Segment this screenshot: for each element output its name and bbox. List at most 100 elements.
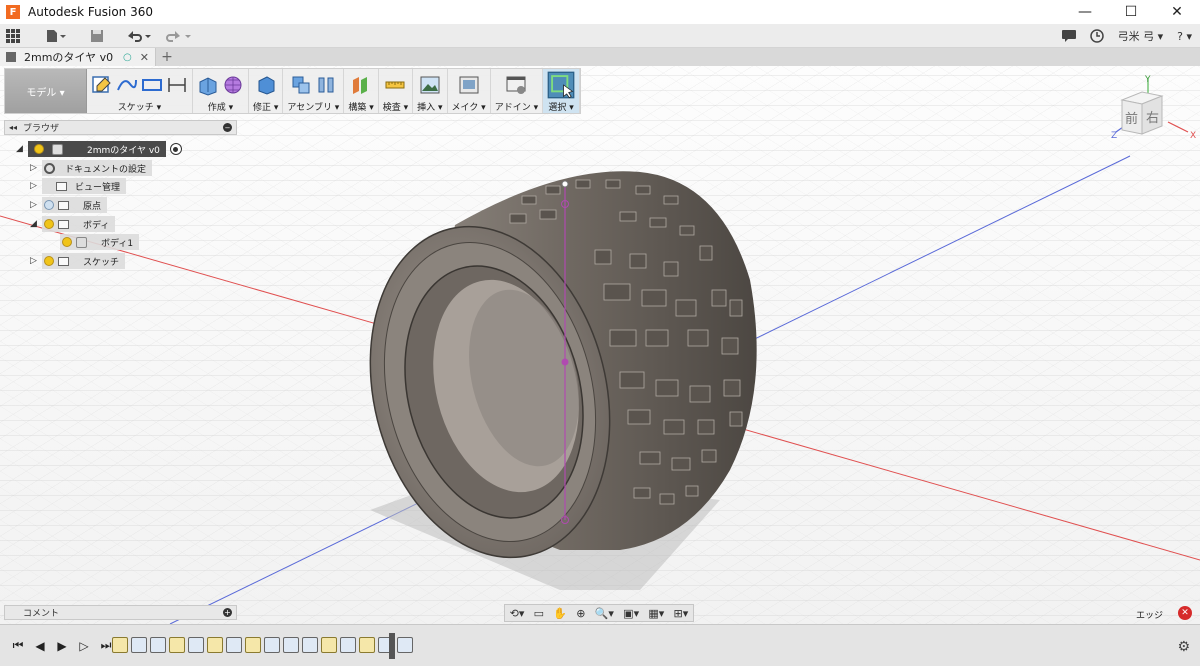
redo-icon[interactable]	[160, 25, 198, 47]
timeline-move-icon[interactable]	[302, 637, 318, 653]
tree-item-body[interactable]: ドキュメントの設定	[42, 160, 153, 176]
form-icon[interactable]	[222, 74, 244, 96]
fit-zoom-icon[interactable]: 🔍▾	[595, 607, 614, 620]
sketch-group[interactable]: スケッチ ▾	[87, 69, 193, 113]
select-icon[interactable]	[547, 71, 575, 99]
tree-item-body[interactable]: 原点	[42, 197, 108, 213]
timeline-marker[interactable]	[389, 633, 395, 659]
offset-plane-icon[interactable]	[350, 74, 372, 96]
timeline-extrude-icon[interactable]	[150, 637, 166, 653]
expand-right-icon[interactable]: ▷	[30, 256, 42, 266]
timeline-sketch-icon[interactable]	[207, 637, 223, 653]
timeline-sketch-icon[interactable]	[169, 637, 185, 653]
assemble-group[interactable]: アセンブリ ▾	[283, 69, 345, 113]
visibility-bulb-icon[interactable]	[44, 219, 54, 229]
rectangle-icon[interactable]	[141, 74, 163, 96]
browser-minimize-icon[interactable]: −	[223, 123, 232, 132]
step-forward-icon[interactable]: ▷	[74, 636, 94, 656]
user-account-menu[interactable]: 弓米 弓 ▾	[1118, 28, 1164, 44]
step-back-icon[interactable]: ◀	[30, 636, 50, 656]
timeline-pattern-icon[interactable]	[340, 637, 356, 653]
expand-down-icon[interactable]: ◢	[16, 144, 28, 154]
modify-group[interactable]: 修正 ▾	[249, 69, 284, 113]
zoom-icon[interactable]: ⊕	[576, 607, 585, 620]
grid-settings-icon[interactable]: ▦▾	[648, 607, 664, 620]
tree-root[interactable]: ◢ 2mmのタイヤ v0	[16, 141, 182, 157]
timeline-extrude-icon[interactable]	[264, 637, 280, 653]
tree-item-body[interactable]: スケッチ	[42, 253, 126, 269]
press-pull-icon[interactable]	[255, 74, 277, 96]
document-tab[interactable]: 2mmのタイヤ v0 ○ ✕	[0, 48, 156, 66]
3d-print-icon[interactable]	[458, 74, 480, 96]
insert-image-icon[interactable]	[419, 74, 441, 96]
tree-item-origin[interactable]: ▷ 原点	[30, 197, 108, 213]
play-icon[interactable]: ▶	[52, 636, 72, 656]
pan-icon[interactable]: ✋	[553, 607, 567, 620]
close-tab-button[interactable]: ✕	[140, 51, 149, 64]
measure-icon[interactable]	[384, 74, 406, 96]
data-panel-grid-icon[interactable]	[0, 25, 26, 47]
browser-header[interactable]: ◂◂ ブラウザ −	[4, 120, 237, 135]
timeline-move-icon[interactable]	[283, 637, 299, 653]
spline-icon[interactable]	[116, 74, 138, 96]
joint-icon[interactable]	[315, 74, 337, 96]
visibility-bulb-icon[interactable]	[44, 200, 54, 210]
new-component-icon[interactable]	[290, 74, 312, 96]
comments-panel[interactable]: コメント +	[4, 605, 237, 620]
save-icon[interactable]	[84, 25, 110, 47]
tree-item-body[interactable]: ビュー管理	[42, 178, 127, 194]
timeline-extrude-icon[interactable]	[226, 637, 242, 653]
select-group[interactable]: 選択 ▾	[543, 69, 581, 113]
timeline-sketch-icon[interactable]	[359, 637, 375, 653]
create-group[interactable]: 作成 ▾	[193, 69, 249, 113]
new-tab-button[interactable]: +	[156, 48, 178, 66]
timeline-pattern-icon[interactable]	[397, 637, 413, 653]
activate-component-radio[interactable]	[169, 143, 182, 155]
expand-right-icon[interactable]: ▷	[30, 181, 42, 191]
undo-icon[interactable]	[120, 25, 158, 47]
error-notification-icon[interactable]: ✕	[1178, 606, 1192, 620]
tree-item-bodies[interactable]: ◢ ボディ	[30, 216, 116, 232]
expand-right-icon[interactable]: ▷	[30, 163, 42, 173]
visibility-bulb-icon[interactable]	[62, 237, 72, 247]
view-cube[interactable]: Y Z X 前 右	[1108, 72, 1200, 152]
help-menu[interactable]: ? ▾	[1177, 30, 1192, 43]
comment-icon[interactable]	[1061, 30, 1076, 42]
addins-group[interactable]: アドイン ▾	[491, 69, 544, 113]
tree-item-sketches[interactable]: ▷ スケッチ	[30, 253, 126, 269]
timeline-sketch-icon[interactable]	[112, 637, 128, 653]
look-at-icon[interactable]: ▭	[534, 607, 544, 620]
visibility-bulb-icon[interactable]	[34, 144, 44, 154]
display-settings-icon[interactable]: ▣▾	[623, 607, 639, 620]
minimize-button[interactable]: —	[1062, 0, 1108, 24]
visibility-bulb-icon[interactable]	[44, 256, 54, 266]
collapse-arrows-icon[interactable]: ◂◂	[9, 123, 17, 132]
dimension-icon[interactable]	[166, 74, 188, 96]
scripts-addins-icon[interactable]	[505, 74, 527, 96]
tree-item-body[interactable]: ボディ	[42, 216, 116, 232]
inspect-group[interactable]: 検査 ▾	[379, 69, 414, 113]
viewports-icon[interactable]: ⊞▾	[674, 607, 689, 620]
workspace-switcher[interactable]: モデル ▾	[5, 69, 87, 113]
orbit-icon[interactable]: ⟲▾	[510, 607, 525, 620]
tree-item-body[interactable]: ボディ1	[60, 234, 140, 250]
expand-right-icon[interactable]: ▷	[30, 200, 42, 210]
expand-down-icon[interactable]: ◢	[30, 219, 42, 229]
file-menu-icon[interactable]	[40, 25, 72, 47]
construct-group[interactable]: 構築 ▾	[344, 69, 379, 113]
job-status-clock-icon[interactable]	[1089, 29, 1104, 43]
tree-item-named-views[interactable]: ▷ ビュー管理	[30, 178, 127, 194]
close-window-button[interactable]: ✕	[1154, 0, 1200, 24]
extrude-icon[interactable]	[197, 74, 219, 96]
create-sketch-icon[interactable]	[91, 74, 113, 96]
timeline-sketch-icon[interactable]	[245, 637, 261, 653]
tree-item-document-settings[interactable]: ▷ ドキュメントの設定	[30, 160, 153, 176]
maximize-button[interactable]: ☐	[1108, 0, 1154, 24]
timeline-revolve-icon[interactable]	[131, 637, 147, 653]
make-group[interactable]: メイク ▾	[448, 69, 491, 113]
insert-group[interactable]: 挿入 ▾	[413, 69, 448, 113]
timeline-settings-gear-icon[interactable]: ⚙	[1177, 639, 1190, 655]
add-comment-icon[interactable]: +	[223, 608, 232, 617]
go-to-start-icon[interactable]: ⏮	[8, 636, 28, 656]
tree-item-body1[interactable]: ボディ1	[60, 234, 140, 250]
